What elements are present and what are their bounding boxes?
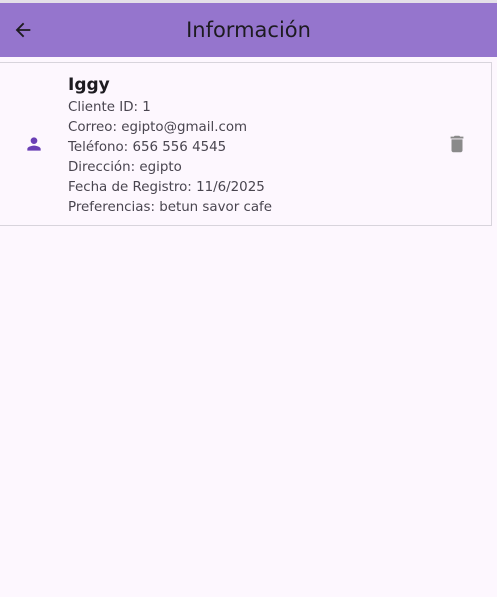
arrow-back-icon xyxy=(15,22,31,38)
app-bar: Información xyxy=(0,3,497,57)
client-email: Correo: egipto@gmail.com xyxy=(68,120,248,135)
trash-icon xyxy=(450,135,464,153)
back-button[interactable] xyxy=(5,12,41,48)
client-id: Cliente ID: 1 xyxy=(68,100,151,115)
client-name: Iggy xyxy=(68,75,110,95)
client-address: Dirección: egipto xyxy=(68,160,182,175)
person-icon xyxy=(27,137,41,151)
client-details: Iggy Cliente ID: 1 Correo: egipto@gmail.… xyxy=(68,74,272,218)
client-preferences: Preferencias: betun savor cafe xyxy=(68,200,273,215)
client-registration-date: Fecha de Registro: 11/6/2025 xyxy=(68,180,265,195)
delete-button[interactable] xyxy=(443,130,471,158)
client-card: Iggy Cliente ID: 1 Correo: egipto@gmail.… xyxy=(0,62,492,226)
client-phone: Teléfono: 656 556 4545 xyxy=(68,140,227,155)
page-title: Información xyxy=(186,18,311,42)
